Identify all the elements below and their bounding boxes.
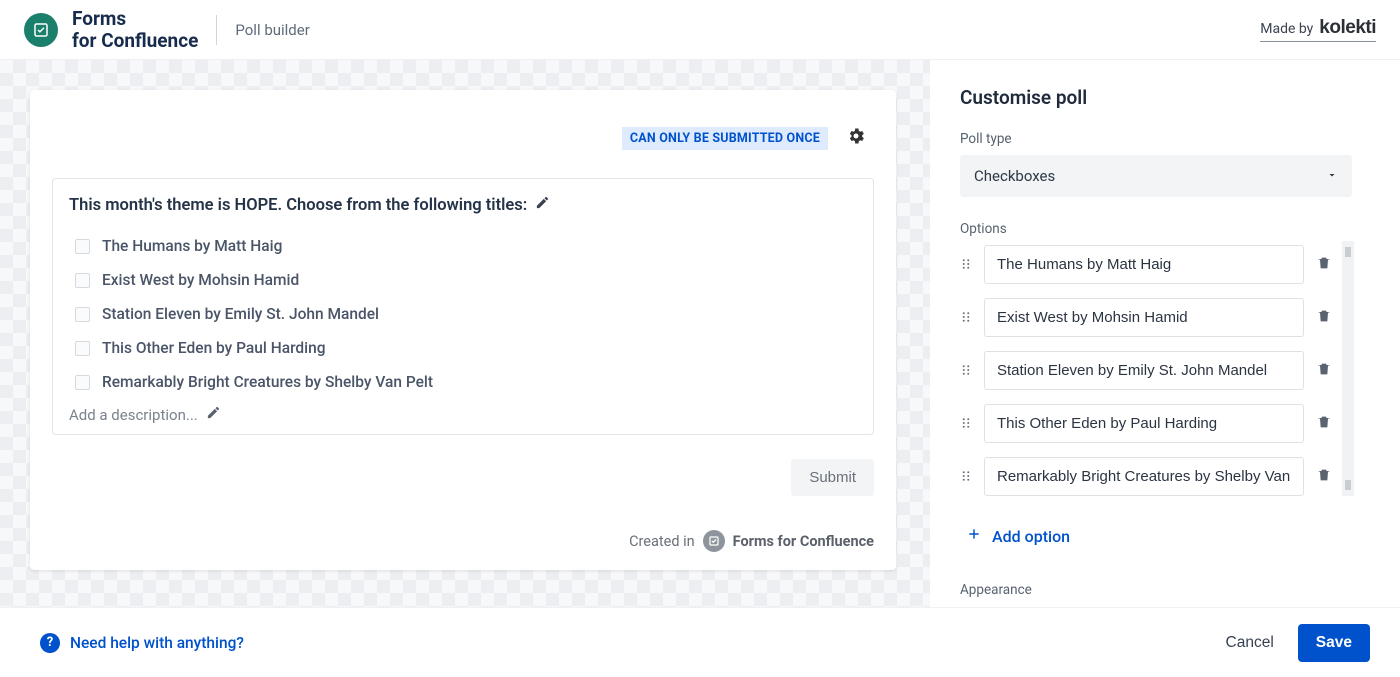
pencil-icon[interactable] [206, 405, 221, 424]
app-title-line1: Forms [72, 8, 198, 30]
question-box[interactable]: This month's theme is HOPE. Choose from … [52, 178, 874, 435]
poll-option[interactable]: Station Eleven by Emily St. John Mandel [69, 297, 857, 331]
option-label: The Humans by Matt Haig [102, 237, 282, 255]
option-label: Station Eleven by Emily St. John Mandel [102, 305, 379, 323]
poll-type-select[interactable]: Checkboxes [960, 155, 1352, 197]
drag-handle-icon[interactable] [960, 467, 972, 486]
trash-icon[interactable] [1316, 414, 1332, 434]
option-input[interactable] [984, 245, 1304, 284]
description-placeholder[interactable]: Add a description... [69, 405, 857, 424]
drag-handle-icon[interactable] [960, 255, 972, 274]
made-by-label: Made by [1260, 21, 1313, 37]
add-option-label: Add option [992, 527, 1070, 546]
app-logo-icon [24, 13, 58, 47]
option-label: Exist West by Mohsin Hamid [102, 271, 299, 289]
app-logo-small-icon [703, 530, 725, 552]
help-link[interactable]: ? Need help with anything? [40, 633, 244, 653]
description-text: Add a description... [69, 406, 198, 424]
save-button[interactable]: Save [1298, 624, 1370, 662]
footer: ? Need help with anything? Cancel Save [0, 607, 1400, 677]
header: Forms for Confluence Poll builder Made b… [0, 0, 1400, 60]
submit-button[interactable]: Submit [791, 459, 874, 496]
appearance-label: Appearance [960, 582, 1352, 598]
drag-handle-icon[interactable] [960, 308, 972, 327]
plus-icon [966, 526, 982, 546]
help-label: Need help with anything? [70, 634, 244, 652]
created-in: Created in Forms for Confluence [52, 530, 874, 552]
drag-handle-icon[interactable] [960, 414, 972, 433]
sidebar-title: Customise poll [960, 86, 1352, 109]
poll-option[interactable]: Remarkably Bright Creatures by Shelby Va… [69, 365, 857, 399]
checkbox[interactable] [75, 239, 90, 254]
checkbox[interactable] [75, 307, 90, 322]
poll-type-value: Checkboxes [974, 167, 1055, 185]
submit-once-badge: CAN ONLY BE SUBMITTED ONCE [622, 127, 828, 150]
drag-handle-icon[interactable] [960, 361, 972, 380]
options-label: Options [960, 221, 1352, 237]
trash-icon[interactable] [1316, 467, 1332, 487]
options-editor [960, 245, 1352, 496]
cancel-button[interactable]: Cancel [1220, 624, 1280, 662]
card-topbar: CAN ONLY BE SUBMITTED ONCE [52, 126, 874, 150]
preview-area[interactable]: CAN ONLY BE SUBMITTED ONCE This month's … [0, 60, 930, 607]
checkbox[interactable] [75, 375, 90, 390]
footer-actions: Cancel Save [1220, 624, 1370, 662]
option-input[interactable] [984, 457, 1304, 496]
brand-name: kolekti [1319, 17, 1376, 39]
created-in-prefix: Created in [629, 533, 695, 550]
option-edit-row [960, 351, 1332, 390]
trash-icon[interactable] [1316, 361, 1332, 381]
question-text: This month's theme is HOPE. Choose from … [69, 196, 527, 215]
option-edit-row [960, 457, 1332, 496]
option-label: Remarkably Bright Creatures by Shelby Va… [102, 373, 433, 391]
pencil-icon[interactable] [535, 195, 550, 215]
trash-icon[interactable] [1316, 308, 1332, 328]
main: CAN ONLY BE SUBMITTED ONCE This month's … [0, 60, 1400, 607]
poll-option[interactable]: This Other Eden by Paul Harding [69, 331, 857, 365]
add-option-button[interactable]: Add option [960, 510, 1352, 562]
poll-type-label: Poll type [960, 131, 1352, 147]
created-in-app: Forms for Confluence [733, 533, 874, 550]
option-edit-row [960, 245, 1332, 284]
poll-card: CAN ONLY BE SUBMITTED ONCE This month's … [30, 90, 896, 570]
submit-button-wrap: Submit [52, 459, 874, 496]
app-title-line2: for Confluence [72, 30, 198, 52]
option-input[interactable] [984, 351, 1304, 390]
options-scrollbar[interactable] [1342, 241, 1354, 496]
option-edit-row [960, 298, 1332, 337]
app-title: Forms for Confluence [72, 8, 198, 52]
poll-option[interactable]: Exist West by Mohsin Hamid [69, 263, 857, 297]
option-label: This Other Eden by Paul Harding [102, 339, 326, 357]
checkbox[interactable] [75, 273, 90, 288]
made-by-link[interactable]: Made by kolekti [1260, 17, 1376, 42]
option-edit-row [960, 404, 1332, 443]
trash-icon[interactable] [1316, 255, 1332, 275]
question-title[interactable]: This month's theme is HOPE. Choose from … [69, 195, 857, 215]
breadcrumb: Poll builder [235, 21, 309, 39]
customise-sidebar[interactable]: Customise poll Poll type Checkboxes Opti… [930, 60, 1400, 607]
checkbox[interactable] [75, 341, 90, 356]
poll-option[interactable]: The Humans by Matt Haig [69, 229, 857, 263]
gear-icon[interactable] [846, 126, 866, 150]
chevron-down-icon [1326, 167, 1338, 185]
poll-type-select-wrap: Checkboxes [960, 155, 1352, 197]
option-input[interactable] [984, 298, 1304, 337]
help-icon: ? [40, 633, 60, 653]
option-input[interactable] [984, 404, 1304, 443]
divider [216, 15, 217, 45]
